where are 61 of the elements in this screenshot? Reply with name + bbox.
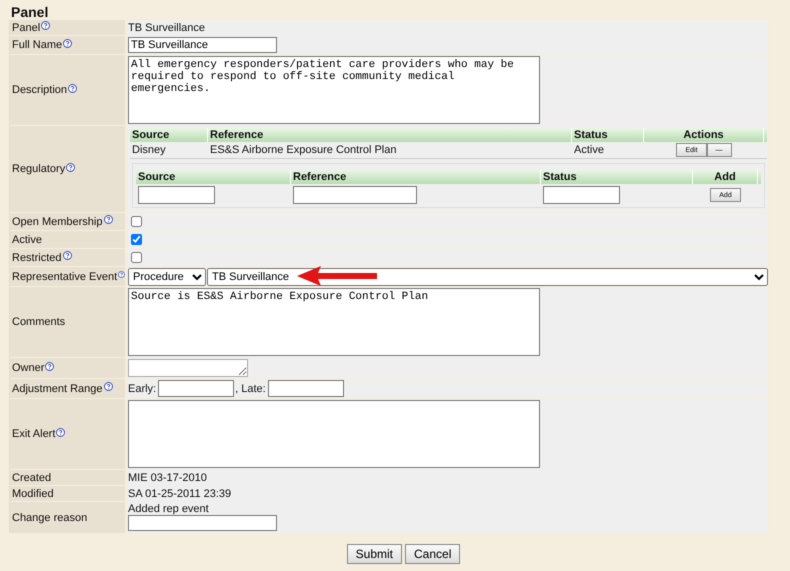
text-field[interactable]: TB Surveillance bbox=[128, 37, 277, 53]
type-dropdown[interactable]: Procedure bbox=[128, 268, 206, 286]
reason-text: Added rep event bbox=[128, 503, 210, 515]
field-label: Representative Event bbox=[12, 270, 118, 282]
field-value: TB Surveillance bbox=[128, 22, 206, 34]
help-icon[interactable] bbox=[62, 251, 72, 260]
owner-field[interactable] bbox=[128, 359, 248, 377]
form-button[interactable]: Submit bbox=[346, 544, 402, 564]
field-label: Description bbox=[12, 84, 68, 96]
table-cell-text: ES&S Airborne Exposure Control Plan bbox=[209, 143, 398, 158]
field-value: MIE 03-17-2010 bbox=[128, 472, 207, 484]
text-area[interactable] bbox=[128, 400, 540, 468]
reference-field[interactable] bbox=[293, 186, 417, 204]
text-area[interactable]: Source is ES&S Airborne Exposure Control Plan bbox=[128, 288, 540, 356]
field-label: Restricted bbox=[12, 252, 62, 264]
checkbox[interactable] bbox=[131, 234, 142, 245]
early-label: Early: bbox=[128, 382, 156, 394]
help-icon[interactable] bbox=[45, 362, 54, 370]
help-icon[interactable] bbox=[118, 270, 125, 279]
help-icon[interactable] bbox=[63, 38, 72, 48]
table-cell-text: Disney bbox=[131, 143, 167, 158]
late-label: , Late: bbox=[235, 382, 266, 394]
field-label: Owner bbox=[12, 362, 44, 374]
help-icon[interactable] bbox=[68, 84, 78, 92]
checkbox[interactable] bbox=[131, 216, 142, 227]
field-label: Modified bbox=[12, 488, 54, 500]
early-field[interactable] bbox=[158, 380, 234, 397]
help-icon[interactable] bbox=[56, 428, 66, 436]
field-value: SA 01-25-2011 23:39 bbox=[128, 488, 232, 500]
field-label: Adjustment Range bbox=[12, 382, 102, 394]
status-field[interactable] bbox=[543, 186, 620, 204]
late-field[interactable] bbox=[268, 380, 344, 397]
help-icon[interactable] bbox=[66, 162, 76, 172]
field-label: Exit Alert bbox=[12, 428, 56, 440]
help-icon[interactable] bbox=[104, 382, 112, 391]
column-header: Reference bbox=[208, 128, 572, 142]
column-header: Source bbox=[136, 170, 291, 184]
column-header: Source bbox=[130, 128, 208, 142]
table-cell-text: Active bbox=[573, 143, 605, 158]
reason-field[interactable] bbox=[128, 515, 277, 531]
checkbox[interactable] bbox=[131, 252, 142, 263]
column-header: Status bbox=[541, 170, 693, 184]
field-label: Active bbox=[12, 234, 42, 246]
field-label: Regulatory bbox=[12, 163, 66, 175]
text-area[interactable]: All emergency responders/patient care providers who may be required to respond to off-site community medical emergencies. bbox=[128, 56, 540, 124]
column-header: Actions bbox=[644, 128, 764, 142]
field-label: Created bbox=[12, 472, 52, 484]
column-header: Reference bbox=[291, 170, 541, 184]
help-icon[interactable] bbox=[104, 215, 112, 224]
field-label: Full Name bbox=[12, 39, 62, 51]
field-label: Open Membership bbox=[12, 216, 102, 228]
section-title: Panel bbox=[10, 4, 50, 20]
field-label: Panel bbox=[12, 22, 40, 34]
event-dropdown[interactable]: TB Surveillance bbox=[207, 268, 768, 286]
field-label: Comments bbox=[12, 316, 66, 328]
help-icon[interactable] bbox=[41, 21, 50, 30]
form-button[interactable]: Cancel bbox=[405, 544, 460, 564]
field-label: Change reason bbox=[12, 512, 88, 524]
source-field[interactable] bbox=[138, 186, 215, 204]
column-header: Status bbox=[572, 128, 644, 142]
column-header: Add bbox=[693, 170, 758, 184]
